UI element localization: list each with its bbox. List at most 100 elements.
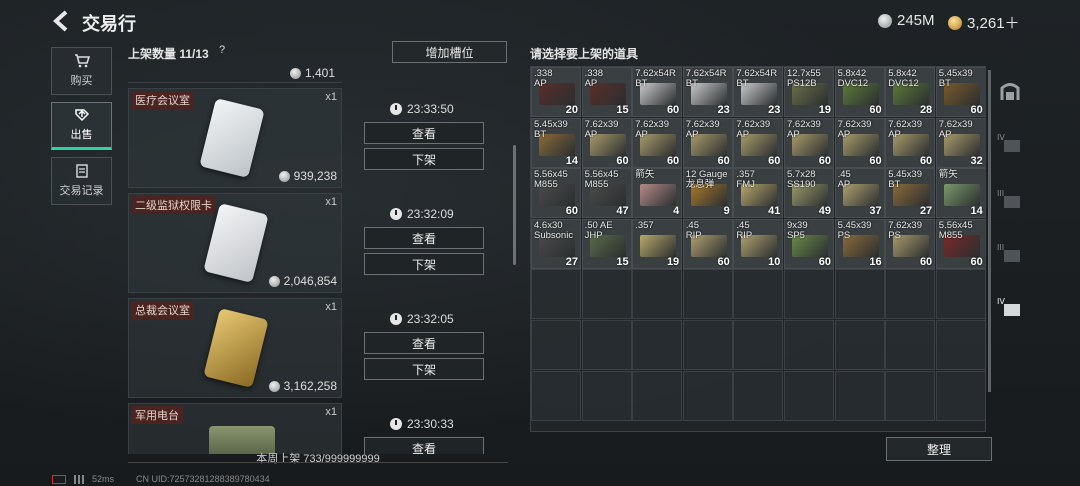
remove-button[interactable]: 下架 bbox=[364, 253, 484, 275]
listing-entry[interactable]: 医疗会议室 x1 939,238 23:33:50 查看 下架 bbox=[128, 88, 508, 188]
listing-scrollbar[interactable] bbox=[513, 145, 516, 265]
remove-button[interactable]: 下架 bbox=[364, 358, 484, 380]
inventory-grid[interactable]: .338 AP 20.338 AP 15 7.62x54R BT 60 7.62x54R … bbox=[530, 66, 986, 432]
inventory-item[interactable]: 箭矢 4 bbox=[632, 168, 683, 219]
inventory-scrollbar[interactable] bbox=[988, 70, 991, 392]
inventory-item[interactable]: 7.62x54R BT 60 bbox=[632, 67, 683, 117]
item-label: .338 AP bbox=[584, 68, 604, 89]
inventory-item[interactable]: 7.62x39 AP 60 bbox=[733, 117, 784, 168]
level-iv-filter-icon[interactable]: IV bbox=[996, 130, 1024, 158]
inventory-item[interactable]: 7.62x54R BT 23 bbox=[682, 67, 733, 117]
inventory-item[interactable]: 7.62x39 AP 60 bbox=[632, 117, 683, 168]
gold-coin-icon bbox=[948, 15, 962, 30]
item-card[interactable]: 军用电台 x1 bbox=[128, 403, 342, 454]
item-count: 60 bbox=[919, 255, 933, 268]
inventory-item[interactable]: 5.56x45 M855 60 bbox=[935, 218, 985, 269]
time-value: 23:33:50 bbox=[407, 102, 454, 116]
inventory-item[interactable]: 箭矢 14 bbox=[935, 168, 985, 219]
item-card[interactable]: 医疗会议室 x1 939,238 bbox=[128, 88, 342, 188]
sort-button[interactable]: 整理 bbox=[886, 437, 992, 461]
inventory-item[interactable]: .45 AP 37 bbox=[834, 168, 885, 219]
listing-list[interactable]: 1,401 医疗会议室 x1 939,238 23:33:50 查看 下架 二级… bbox=[128, 62, 508, 454]
all-filter-icon[interactable] bbox=[996, 78, 1024, 106]
inventory-item[interactable]: 7.62x39 AP 60 bbox=[885, 117, 936, 168]
level-iii-filter-icon[interactable]: III bbox=[996, 240, 1024, 268]
item-count: 14 bbox=[565, 154, 578, 167]
top-price-value: 1,401 bbox=[305, 66, 336, 80]
item-label: .45 AP bbox=[837, 169, 851, 191]
ammo-box-image bbox=[943, 184, 980, 207]
nav-records[interactable]: 交易记录 bbox=[51, 157, 112, 205]
inventory-item[interactable]: 7.62x39 AP 60 bbox=[784, 117, 834, 168]
item-price-value: 2,046,854 bbox=[283, 274, 337, 288]
gold-currency[interactable]: 3,261＋ bbox=[948, 12, 1020, 33]
item-name: 军用电台 bbox=[131, 406, 183, 424]
inventory-item[interactable]: .357 19 bbox=[632, 218, 683, 269]
listing-entry[interactable]: 二级监狱权限卡 x1 2,046,854 23:32:09 查看 下架 bbox=[128, 193, 508, 293]
item-label: 5.8x42 DVC12 bbox=[888, 68, 919, 89]
inventory-item[interactable]: 5.8x42 DVC12 60 bbox=[834, 67, 885, 117]
inventory-item[interactable]: .338 AP 15 bbox=[581, 67, 632, 117]
listing-entry[interactable]: 总裁会议室 x1 3,162,258 23:32:05 查看 下架 bbox=[128, 298, 508, 398]
battery-icon bbox=[52, 474, 66, 484]
inventory-item[interactable]: 7.62x39 PS 60 bbox=[885, 218, 936, 269]
inventory-item[interactable]: .357 FMJ 41 bbox=[733, 168, 784, 219]
item-count: 4 bbox=[673, 205, 680, 218]
inventory-item[interactable]: 5.45x39 PS 16 bbox=[834, 218, 885, 269]
nav-buy[interactable]: 购买 bbox=[51, 47, 112, 95]
view-button[interactable]: 查看 bbox=[364, 332, 484, 354]
item-count: 47 bbox=[616, 205, 629, 218]
view-button[interactable]: 查看 bbox=[364, 227, 484, 249]
inventory-item[interactable]: .338 AP 20 bbox=[531, 67, 581, 117]
remove-button[interactable]: 下架 bbox=[364, 148, 484, 170]
inventory-item[interactable]: .45 RIP 60 bbox=[682, 218, 733, 269]
inventory-item[interactable]: 7.62x54R BT 23 bbox=[733, 67, 784, 117]
view-button[interactable]: 查看 bbox=[364, 122, 484, 144]
item-card[interactable]: 二级监狱权限卡 x1 2,046,854 bbox=[128, 193, 342, 293]
item-name: 医疗会议室 bbox=[131, 91, 194, 109]
item-qty: x1 bbox=[325, 196, 337, 208]
inventory-item[interactable]: 5.45x39 BT 60 bbox=[935, 67, 985, 117]
add-slot-button[interactable]: 增加槽位 bbox=[392, 41, 507, 63]
inventory-item[interactable]: .50 AE JHP 15 bbox=[581, 218, 632, 269]
inventory-item[interactable]: 5.8x42 DVC12 28 bbox=[885, 67, 936, 117]
top-price: 1,401 bbox=[290, 66, 335, 80]
status-footer: 52ms CN UID:7257328128838978043​4 bbox=[52, 474, 270, 484]
inventory-item[interactable]: 7.62x39 AP 60 bbox=[834, 117, 885, 168]
item-name: 总裁会议室 bbox=[131, 301, 194, 319]
inventory-item[interactable]: 7.62x39 AP 60 bbox=[682, 117, 733, 168]
nav-sell[interactable]: 出售 bbox=[51, 102, 112, 150]
inventory-item[interactable]: 5.45x39 BT 27 bbox=[885, 168, 936, 219]
divider bbox=[128, 82, 342, 83]
inventory-item[interactable]: 12.7x55 PS12B 19 bbox=[784, 67, 834, 117]
empty-slot bbox=[935, 269, 985, 320]
empty-slot bbox=[632, 269, 683, 320]
inventory-item[interactable]: 5.45x39 BT 14 bbox=[531, 117, 581, 168]
level-iv-active-filter-icon[interactable]: IV bbox=[996, 294, 1024, 322]
item-price-value: 939,238 bbox=[293, 169, 337, 183]
item-count: 27 bbox=[919, 205, 933, 218]
inventory-item[interactable]: 4.6x30 Subsonic 27 bbox=[531, 218, 581, 269]
inventory-item[interactable]: 12 Gauge 龙息弹 9 bbox=[682, 168, 733, 219]
inventory-item[interactable]: 7.62x39 AP 32 bbox=[935, 117, 985, 168]
inventory-item[interactable]: 5.7x28 SS190 49 bbox=[784, 168, 834, 219]
inventory-item[interactable]: 5.56x45 M855 60 bbox=[531, 168, 581, 219]
inventory-item[interactable]: 7.62x39 AP 60 bbox=[581, 117, 632, 168]
inventory-item[interactable]: 5.56x45 M855 47 bbox=[581, 168, 632, 219]
back-arrow-icon[interactable] bbox=[52, 10, 72, 32]
inventory-item[interactable]: .45 RIP 10 bbox=[733, 218, 784, 269]
item-label: 7.62x54R BT bbox=[685, 68, 727, 89]
keycard-image bbox=[199, 97, 265, 179]
item-label: 5.45x39 PS bbox=[837, 219, 872, 241]
item-count: 60 bbox=[565, 205, 578, 218]
item-count: 60 bbox=[919, 154, 933, 167]
listing-entry[interactable]: 军用电台 x1 23:30:33 查看 bbox=[128, 403, 508, 454]
item-count: 41 bbox=[768, 205, 781, 218]
level-iii-filter-icon[interactable]: III bbox=[996, 186, 1024, 214]
item-label: 7.62x39 AP bbox=[736, 118, 771, 140]
empty-slot bbox=[531, 320, 581, 370]
nav-buy-label: 购买 bbox=[70, 75, 93, 87]
help-icon[interactable]: ? bbox=[215, 44, 229, 58]
item-card[interactable]: 总裁会议室 x1 3,162,258 bbox=[128, 298, 342, 398]
inventory-item[interactable]: 9x39 SP5 60 bbox=[784, 218, 834, 269]
